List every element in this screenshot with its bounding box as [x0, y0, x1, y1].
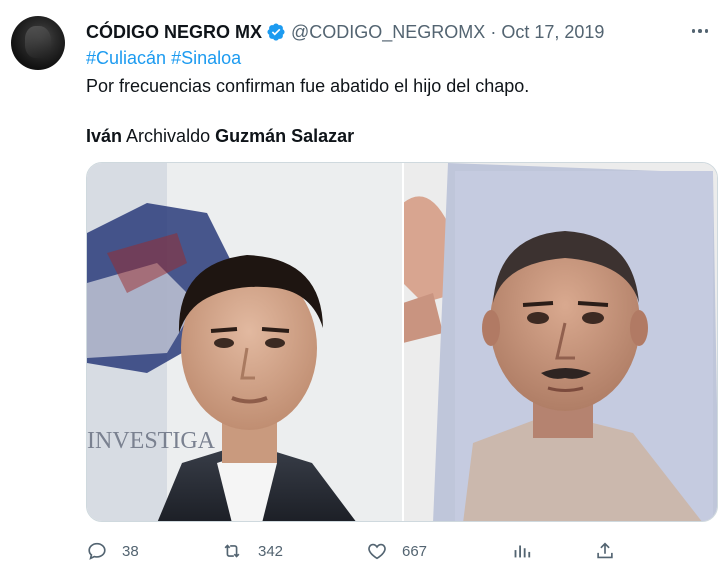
tweet-date[interactable]: Oct 17, 2019 [501, 22, 604, 43]
media-divider [402, 163, 404, 521]
reply-action[interactable]: 38 [86, 538, 139, 564]
more-icon[interactable] [689, 20, 711, 42]
right-photo-illustration [403, 163, 717, 521]
hashtag-sinaloa[interactable]: #Sinaloa [171, 48, 241, 68]
like-count: 667 [402, 542, 428, 560]
display-name[interactable]: CÓDIGO NEGRO MX [86, 22, 262, 43]
retweet-action[interactable]: 342 [220, 538, 283, 564]
hashtags: #Culiacán #Sinaloa [86, 48, 241, 69]
avatar[interactable] [11, 16, 65, 70]
name-first: Iván [86, 126, 123, 146]
verified-badge-icon [267, 23, 285, 41]
like-icon[interactable] [366, 540, 388, 562]
tweet-header: CÓDIGO NEGRO MX @CODIGO_NEGROMX · Oct 17… [86, 20, 604, 44]
separator-dot: · [490, 21, 497, 42]
analytics-action[interactable] [510, 538, 532, 564]
reply-count: 38 [122, 542, 139, 560]
share-icon[interactable] [594, 540, 616, 562]
avatar-image [25, 26, 51, 58]
tweet-text: Por frecuencias confirman fue abatido el… [86, 76, 530, 96]
emblem-text: INVESTIGA [87, 428, 216, 454]
name-middle: Archivaldo [126, 126, 211, 146]
retweet-icon[interactable] [220, 540, 244, 562]
left-photo-illustration: INVESTIGA [87, 163, 403, 521]
tweet-media[interactable]: INVESTIGA [86, 162, 718, 522]
hashtag-culiacan[interactable]: #Culiacán [86, 48, 166, 68]
reply-icon[interactable] [86, 540, 108, 562]
user-handle[interactable]: @CODIGO_NEGROMX [291, 22, 485, 43]
photo-left[interactable]: INVESTIGA [87, 163, 403, 521]
name-last: Guzmán Salazar [215, 126, 355, 146]
photo-right[interactable] [403, 163, 717, 521]
retweet-count: 342 [258, 542, 284, 560]
tweet[interactable]: CÓDIGO NEGRO MX @CODIGO_NEGROMX · Oct 17… [0, 0, 727, 571]
tweet-name-line: Iván Archivaldo Guzmán Salazar [86, 126, 354, 147]
analytics-icon[interactable] [510, 540, 532, 562]
share-action[interactable] [594, 538, 616, 564]
like-action[interactable]: 667 [366, 538, 427, 564]
action-bar: 38 342 667 [86, 538, 626, 564]
